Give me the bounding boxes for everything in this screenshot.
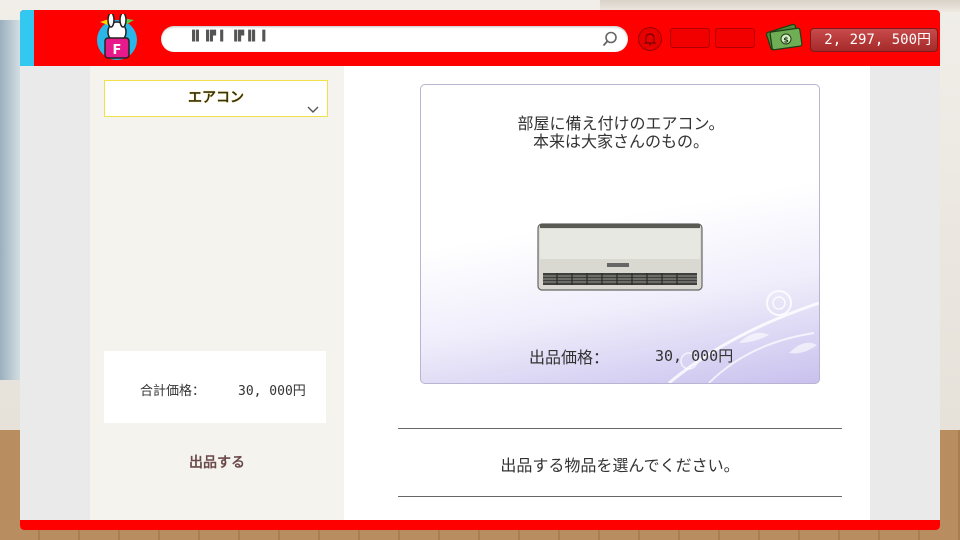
svg-text:$: $ (783, 36, 789, 45)
item-description: 部屋に備え付けのエアコン。 本来は大家さんのもの。 (421, 114, 819, 151)
svg-text:F: F (113, 43, 122, 58)
header-button-1[interactable] (670, 28, 710, 48)
app-logo-icon[interactable]: F (94, 12, 140, 62)
bell-icon[interactable] (638, 27, 662, 51)
item-card[interactable]: 部屋に備え付けのエアコン。 本来は大家さんのもの。 出品価格： 30, 000円 (420, 84, 820, 384)
total-label: 合計価格： (140, 384, 206, 399)
search-icon[interactable] (602, 31, 618, 47)
chevron-down-icon (307, 93, 319, 127)
search-bar[interactable]: ▐▌▐▛▐ ▐▛▐▌▐ (161, 26, 628, 52)
search-input[interactable]: ▐▌▐▛▐ ▐▛▐▌▐ (189, 31, 266, 42)
sidebar: エアコン 合計価格： 30, 000円 出品する (90, 66, 344, 520)
description-line-1: 部屋に備え付けのエアコン。 (517, 114, 725, 133)
price-label: 出品価格： (529, 348, 610, 367)
left-gutter (20, 66, 90, 520)
total-value: 30, 000円 (238, 384, 306, 399)
decorative-swirl (668, 290, 819, 383)
wallet-balance: 2, 297, 500円 (810, 28, 938, 52)
description-line-2: 本来は大家さんのもの。 (532, 132, 709, 151)
right-gutter (870, 66, 940, 520)
main-panel: 部屋に備え付けのエアコン。 本来は大家さんのもの。 出品価格： 30, 000円… (344, 66, 870, 520)
header-button-2[interactable] (715, 28, 755, 48)
footer-bar (20, 520, 940, 530)
money-icon: $ (764, 20, 804, 54)
app-frame: F ▐▌▐▛▐ ▐▛▐▌▐ $ 2, 297, 500円 エアコン 合計価格： … (20, 10, 940, 530)
list-item-button[interactable]: 出品する (150, 452, 284, 474)
category-dropdown[interactable]: エアコン (104, 80, 328, 117)
instruction-text: 出品する物品を選んでください。 (500, 456, 740, 475)
divider-top (398, 428, 842, 429)
price-value: 30, 000円 (655, 347, 734, 365)
total-card: 合計価格： 30, 000円 (104, 351, 326, 423)
wallet-currency: 円 (917, 32, 931, 48)
header-accent (20, 10, 34, 66)
header-bar: F ▐▌▐▛▐ ▐▛▐▌▐ $ 2, 297, 500円 (20, 10, 940, 66)
wallet-amount: 2, 297, 500 (824, 32, 917, 48)
category-value: エアコン (188, 90, 244, 106)
divider-bottom (398, 496, 842, 497)
